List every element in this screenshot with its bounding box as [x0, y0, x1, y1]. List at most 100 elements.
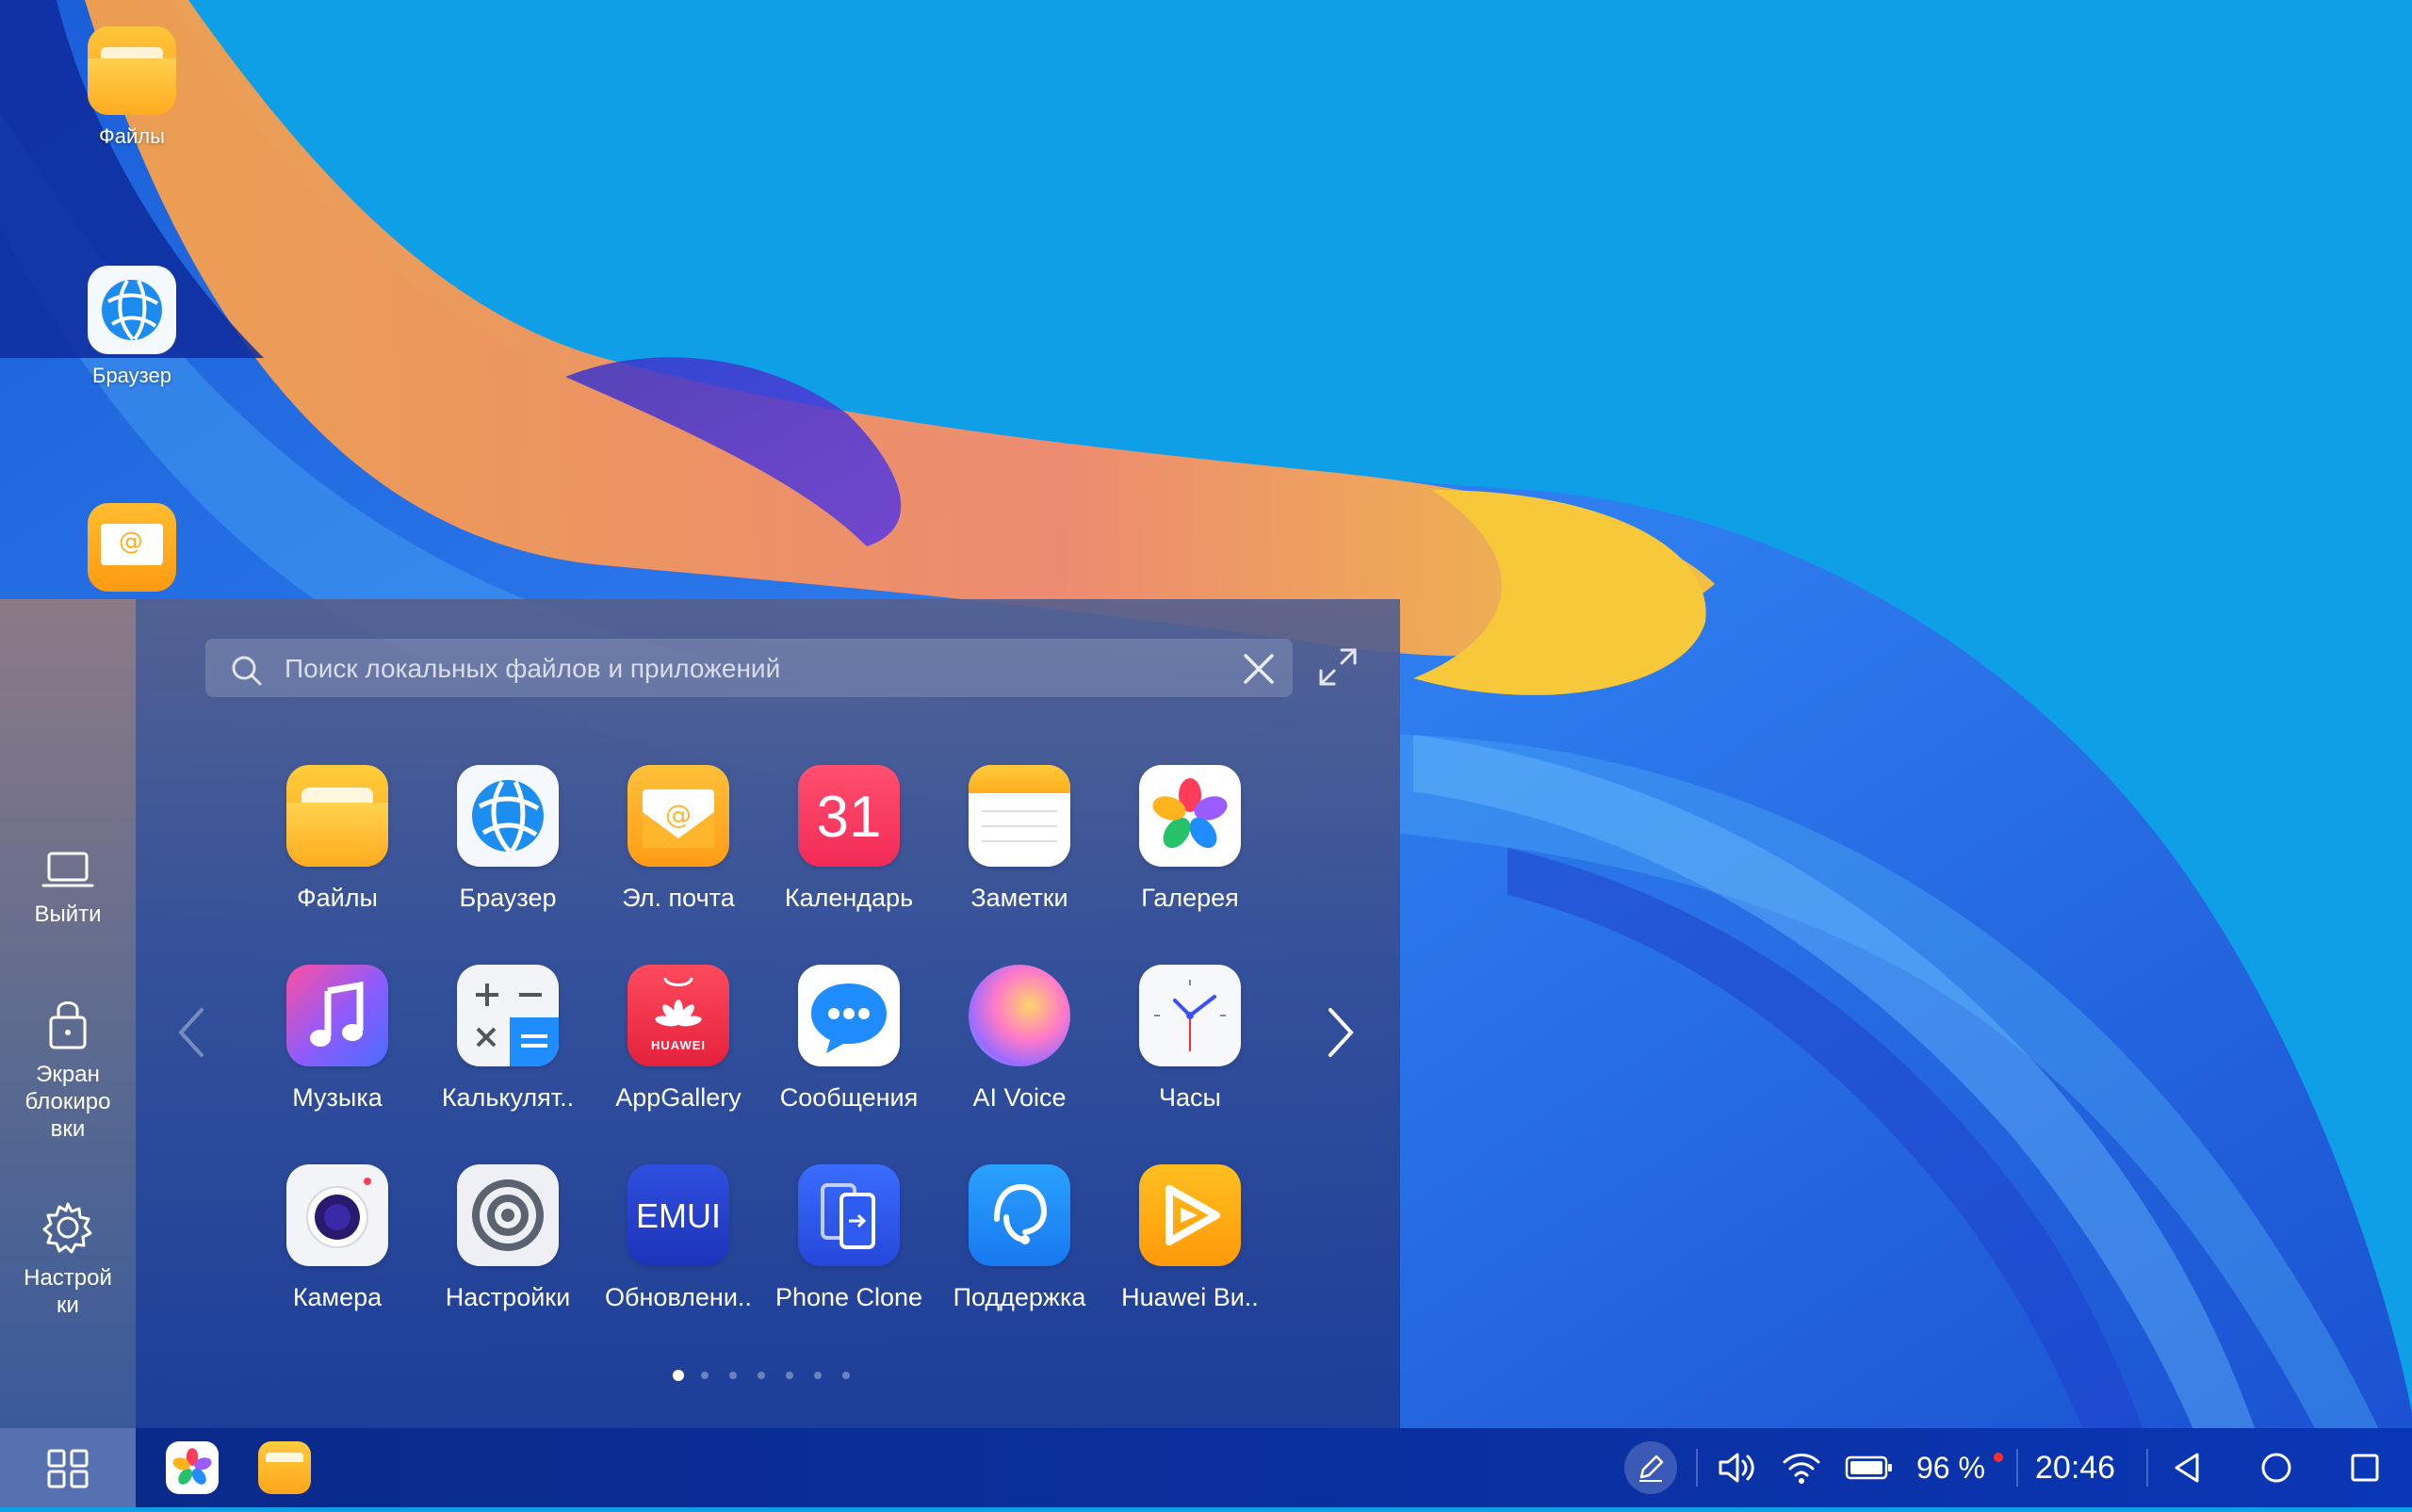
app-label: Настройки	[445, 1283, 571, 1311]
app-label: Браузер	[459, 884, 557, 912]
calendar-date: 31	[816, 785, 882, 850]
battery-indicator[interactable]	[1845, 1428, 1894, 1507]
battery-percent: 96 %	[1916, 1450, 1985, 1485]
desktop-icon-mail[interactable]: @	[85, 503, 179, 592]
exit-button[interactable]: Выйти	[0, 848, 136, 928]
folder-icon	[286, 765, 388, 867]
app-mail[interactable]: @ Эл. почта	[594, 765, 763, 913]
home-button[interactable]	[2259, 1428, 2293, 1507]
expand-icon[interactable]	[1315, 644, 1361, 690]
phone-clone-icon	[798, 1164, 900, 1266]
app-calendar[interactable]: 31 Календарь	[764, 765, 934, 913]
wifi-button[interactable]	[1781, 1428, 1822, 1507]
battery-icon	[1845, 1455, 1892, 1480]
app-calculator[interactable]: Калькулят..	[423, 965, 593, 1113]
pen-button[interactable]	[1624, 1428, 1677, 1507]
app-label: Поддержка	[953, 1283, 1086, 1311]
app-music[interactable]: Музыка	[253, 965, 422, 1113]
taskbar-gallery[interactable]	[166, 1441, 219, 1494]
recents-button[interactable]	[2348, 1428, 2382, 1507]
app-files[interactable]: Файлы	[253, 765, 422, 913]
appgallery-wordmark: HUAWEI	[651, 1038, 706, 1052]
wifi-icon	[1783, 1454, 1820, 1484]
page-dot[interactable]	[786, 1372, 793, 1379]
app-notes[interactable]: Заметки	[935, 765, 1104, 913]
grid-icon	[47, 1449, 89, 1488]
app-label: Сообщения	[779, 1083, 919, 1112]
app-appgallery[interactable]: HUAWEI AppGallery	[594, 965, 763, 1113]
page-dot[interactable]	[758, 1372, 765, 1379]
app-settings[interactable]: Настройки	[423, 1164, 593, 1312]
lock-screen-label: Экран блокиро вки	[24, 1062, 111, 1142]
start-button[interactable]	[0, 1428, 136, 1507]
emui-update-icon: EMUI	[627, 1164, 729, 1266]
emui-wordmark: EMUI	[636, 1196, 721, 1235]
ai-voice-icon	[969, 965, 1070, 1066]
app-clock[interactable]: Часы	[1105, 965, 1275, 1113]
gear-icon	[42, 1202, 92, 1254]
calculator-icon	[457, 965, 559, 1066]
app-gallery[interactable]: Галерея	[1105, 765, 1275, 913]
lock-screen-button[interactable]: Экран блокиро вки	[0, 995, 136, 1143]
desktop-icon-files[interactable]: Файлы	[85, 26, 179, 149]
folder-icon	[266, 1453, 303, 1462]
app-label: Huawei Ви..	[1121, 1283, 1259, 1311]
back-button[interactable]	[2171, 1428, 2205, 1507]
app-label: Заметки	[970, 884, 1068, 912]
settings-icon	[457, 1164, 559, 1266]
search-input[interactable]	[283, 648, 1229, 690]
app-phone-clone[interactable]: Phone Clone	[764, 1164, 934, 1312]
app-label: Phone Clone	[774, 1283, 923, 1311]
calendar-icon: 31	[798, 765, 900, 867]
app-label: AppGallery	[615, 1083, 742, 1112]
app-label: Часы	[1159, 1083, 1221, 1112]
page-dot[interactable]	[814, 1372, 822, 1379]
page-dot[interactable]	[842, 1372, 850, 1379]
app-support[interactable]: Поддержка	[935, 1164, 1104, 1312]
app-label: AI Voice	[972, 1083, 1067, 1112]
page-dot-active[interactable]	[673, 1370, 684, 1381]
notification-dot	[1994, 1453, 2003, 1462]
gallery-icon	[1139, 765, 1241, 867]
tray-divider	[1696, 1449, 1698, 1487]
volume-icon	[1719, 1453, 1754, 1483]
exit-label: Выйти	[34, 902, 102, 927]
app-label: Эл. почта	[622, 884, 735, 912]
app-ai-voice[interactable]: AI Voice	[935, 965, 1104, 1113]
app-browser[interactable]: Браузер	[423, 765, 593, 913]
settings-button[interactable]: Настрой ки	[0, 1198, 136, 1319]
notes-icon	[969, 765, 1070, 867]
volume-button[interactable]	[1717, 1428, 1758, 1507]
app-huawei-video[interactable]: Huawei Ви..	[1105, 1164, 1275, 1312]
app-label: Календарь	[784, 884, 914, 912]
app-label: Галерея	[1141, 884, 1239, 912]
app-label: Калькулят..	[441, 1083, 575, 1112]
recents-icon	[2351, 1454, 2379, 1482]
tray-divider	[2146, 1449, 2148, 1487]
svg-text:@: @	[665, 799, 692, 830]
app-emui-update[interactable]: EMUI Обновлени..	[594, 1164, 763, 1312]
page-dot[interactable]	[729, 1372, 737, 1379]
gallery-icon	[172, 1448, 212, 1485]
search-box[interactable]	[205, 639, 1293, 697]
camera-icon	[286, 1164, 388, 1266]
search-icon	[232, 656, 262, 686]
start-menu: Выйти Экран блокиро вки Настрой ки Поиск…	[0, 599, 1400, 1428]
chevron-right-icon[interactable]	[1321, 1004, 1359, 1061]
clock[interactable]: 20:46	[2035, 1428, 2115, 1507]
appgallery-icon: HUAWEI	[627, 965, 729, 1066]
huawei-video-icon	[1139, 1164, 1241, 1266]
globe-icon	[88, 266, 176, 354]
desktop-icon-label: Браузер	[92, 364, 171, 387]
taskbar-files[interactable]	[258, 1441, 311, 1494]
laptop-icon	[41, 852, 94, 887]
desktop-icon-browser[interactable]: Браузер	[85, 266, 179, 388]
app-messages[interactable]: Сообщения	[764, 965, 934, 1113]
app-camera[interactable]: Камера	[253, 1164, 422, 1312]
settings-label: Настрой ки	[24, 1265, 112, 1318]
chevron-left-icon[interactable]	[173, 1004, 211, 1061]
page-dot[interactable]	[701, 1372, 709, 1379]
close-icon[interactable]	[1242, 652, 1276, 686]
messages-icon	[798, 965, 900, 1066]
clock-icon	[1139, 965, 1241, 1066]
